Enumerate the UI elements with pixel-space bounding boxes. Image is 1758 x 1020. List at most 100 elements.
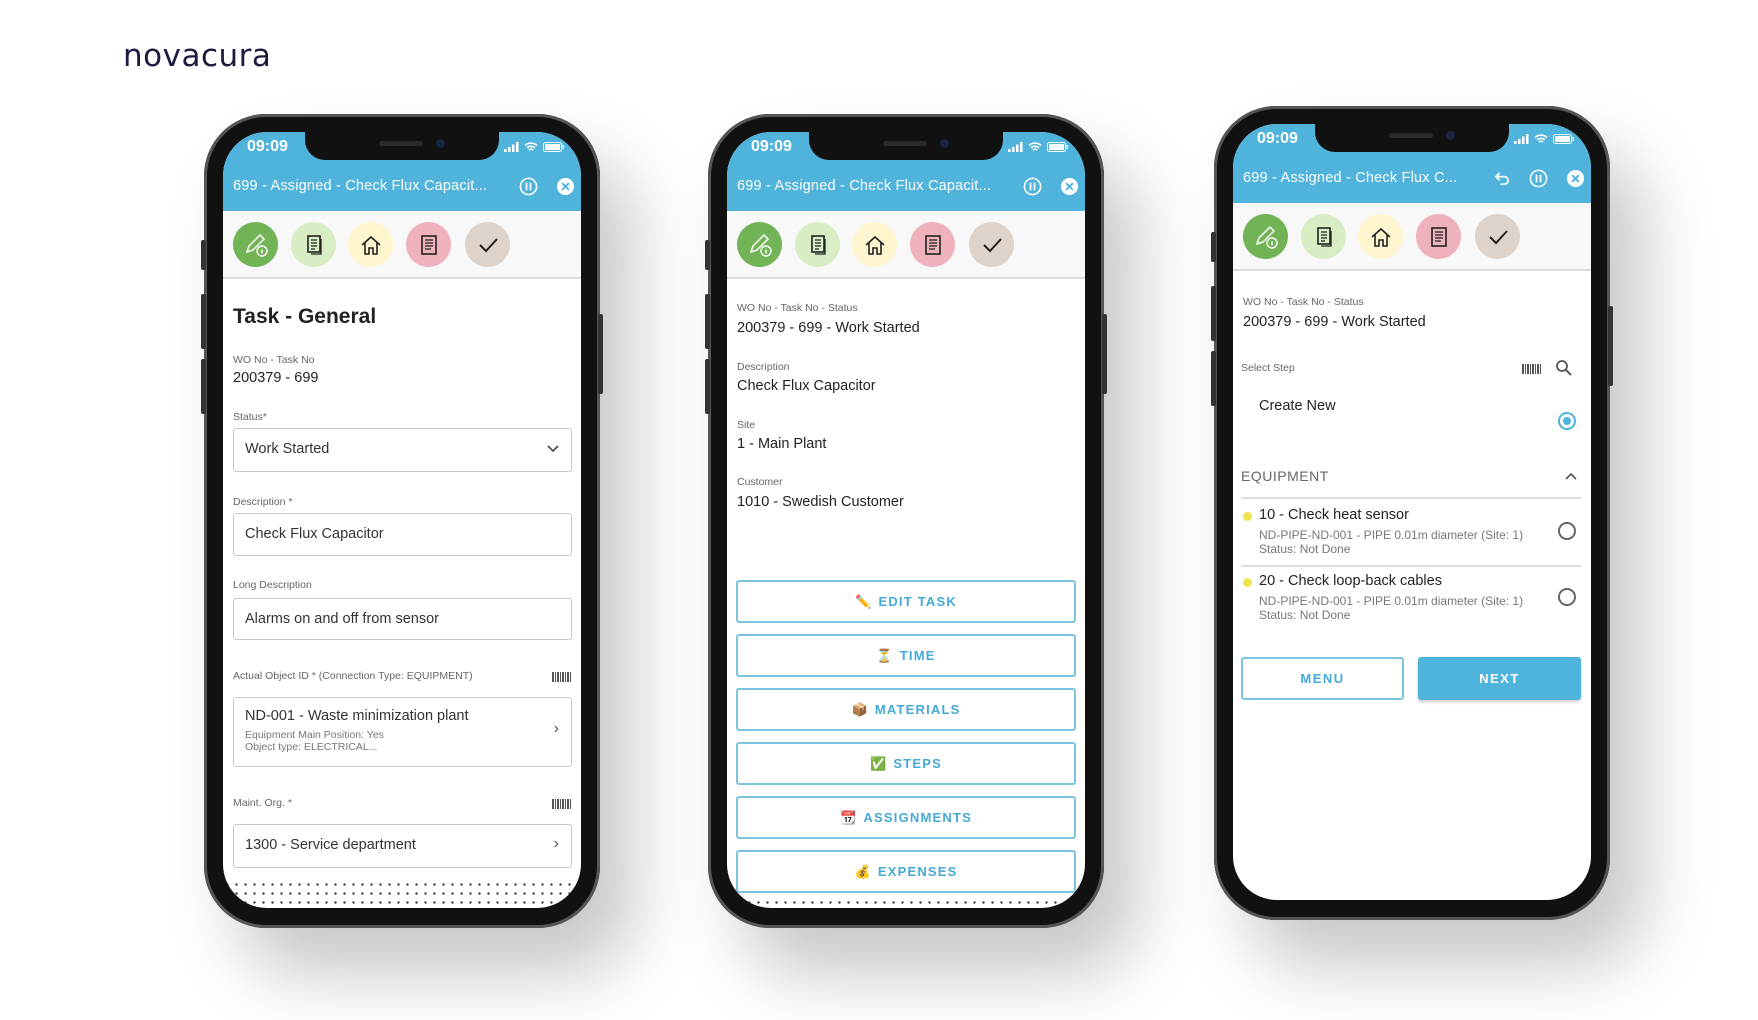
description-input[interactable]: Check Flux Capacitor	[233, 513, 572, 556]
step-title[interactable]: 10 - Check heat sensor	[1259, 507, 1409, 523]
object-id-field[interactable]: ND-001 - Waste minimization plant Equipm…	[233, 697, 572, 767]
signal-icon	[1008, 142, 1023, 152]
tab-documents[interactable]	[1301, 214, 1346, 259]
pencil-icon: ✏️	[855, 593, 873, 609]
tab-checklist[interactable]	[1416, 214, 1461, 259]
header-title: 699 - Assigned - Check Flux Capacit...	[233, 178, 488, 194]
description-value: Check Flux Capacitor	[245, 526, 384, 542]
wo-label: WO No - Task No	[233, 354, 315, 366]
long-description-value: Alarms on and off from sensor	[245, 611, 439, 627]
search-icon[interactable]	[1555, 359, 1573, 377]
pause-icon[interactable]	[1023, 177, 1042, 196]
barcode-icon[interactable]	[1522, 364, 1541, 374]
assignments-button[interactable]: 📆 ASSIGNMENTS	[736, 796, 1076, 839]
status-icons	[504, 142, 565, 152]
materials-button[interactable]: 📦 MATERIALS	[736, 688, 1076, 731]
divider	[1241, 565, 1581, 567]
checklist-icon	[420, 234, 437, 255]
barcode-icon[interactable]	[552, 799, 571, 809]
header-title: 699 - Assigned - Check Flux C...	[1243, 170, 1458, 186]
create-new-option[interactable]: Create New	[1259, 398, 1336, 414]
expenses-button[interactable]: 💰 EXPENSES	[736, 850, 1076, 893]
tab-general-info[interactable]	[737, 222, 782, 267]
phone-select-step: 09:09 699 - Assigned - Check Flux C... W…	[1211, 106, 1613, 920]
steps-button[interactable]: ✅ STEPS	[736, 742, 1076, 785]
signal-icon	[1514, 134, 1529, 144]
step-radio[interactable]	[1558, 588, 1576, 606]
maint-org-label: Maint. Org. *	[233, 797, 292, 809]
task-navigation-bar	[223, 211, 581, 279]
status-time: 09:09	[751, 138, 792, 155]
button-label: EXPENSES	[877, 864, 958, 879]
step-object: ND-PIPE-ND-001 - PIPE 0.01m diameter (Si…	[1259, 594, 1524, 608]
checkmark-icon	[982, 237, 1002, 252]
maint-org-field[interactable]: 1300 - Service department ›	[233, 824, 572, 868]
next-button[interactable]: NEXT	[1418, 657, 1581, 700]
phone-task-overview: 09:09 699 - Assigned - Check Flux Capaci…	[705, 114, 1107, 928]
tab-general-info[interactable]	[233, 222, 278, 267]
tab-complete[interactable]	[465, 222, 510, 267]
step-status: Status: Not Done	[1259, 608, 1351, 622]
close-icon[interactable]	[556, 177, 575, 196]
customer-value: 1010 - Swedish Customer	[737, 494, 904, 510]
tab-checklist[interactable]	[910, 222, 955, 267]
pause-icon[interactable]	[1529, 169, 1548, 188]
tab-site[interactable]	[852, 222, 897, 267]
wo-value: 200379 - 699	[233, 370, 319, 386]
package-icon: 📦	[851, 701, 869, 717]
undo-icon[interactable]	[1492, 169, 1511, 188]
description-label: Description *	[233, 496, 293, 508]
calendar-icon: 📆	[840, 809, 858, 825]
step-title[interactable]: 20 - Check loop-back cables	[1259, 573, 1442, 589]
description-value: Check Flux Capacitor	[737, 378, 876, 394]
status-select[interactable]: Work Started	[233, 428, 572, 472]
edit-task-button[interactable]: ✏️ EDIT TASK	[736, 580, 1076, 623]
long-description-input[interactable]: Alarms on and off from sensor	[233, 598, 572, 640]
tab-complete[interactable]	[969, 222, 1014, 267]
battery-icon	[543, 142, 564, 152]
scroll-fade-pattern	[223, 880, 581, 908]
house-icon	[360, 235, 381, 255]
pause-icon[interactable]	[519, 177, 538, 196]
object-id-label: Actual Object ID * (Connection Type: EQU…	[233, 670, 473, 682]
status-time: 09:09	[1257, 130, 1298, 147]
select-step-label: Select Step	[1241, 362, 1295, 374]
step-radio[interactable]	[1558, 522, 1576, 540]
tab-site[interactable]	[1358, 214, 1403, 259]
status-label: Status*	[233, 411, 267, 423]
menu-button[interactable]: MENU	[1241, 657, 1404, 700]
wifi-icon	[524, 142, 538, 151]
battery-icon	[1047, 142, 1068, 152]
phone-task-general: 09:09 699 - Assigned - Check Flux Capaci…	[201, 114, 603, 928]
button-label: EDIT TASK	[878, 594, 957, 609]
site-value: 1 - Main Plant	[737, 436, 827, 452]
documents-icon	[1316, 226, 1332, 247]
wo-value: 200379 - 699 - Work Started	[1243, 314, 1426, 330]
task-navigation-bar	[727, 211, 1085, 279]
tab-documents[interactable]	[291, 222, 336, 267]
step-status: Status: Not Done	[1259, 542, 1351, 556]
scroll-fade-pattern	[727, 898, 1085, 908]
maint-org-value: 1300 - Service department	[245, 837, 416, 853]
house-icon	[1370, 227, 1391, 247]
tab-site[interactable]	[348, 222, 393, 267]
status-dot	[1243, 578, 1252, 587]
step-object: ND-PIPE-ND-001 - PIPE 0.01m diameter (Si…	[1259, 528, 1524, 542]
status-dot	[1243, 512, 1252, 521]
time-button[interactable]: ⏳ TIME	[736, 634, 1076, 677]
barcode-icon[interactable]	[552, 672, 571, 682]
chevron-up-icon[interactable]	[1565, 472, 1577, 480]
close-icon[interactable]	[1566, 169, 1585, 188]
create-new-radio[interactable]	[1558, 412, 1576, 430]
tab-documents[interactable]	[795, 222, 840, 267]
tab-general-info[interactable]	[1243, 214, 1288, 259]
tab-complete[interactable]	[1475, 214, 1520, 259]
novacura-logo: novacura	[123, 38, 272, 74]
status-value: Work Started	[245, 441, 330, 457]
documents-icon	[306, 234, 322, 255]
close-icon[interactable]	[1060, 177, 1079, 196]
notch	[305, 132, 499, 160]
tab-checklist[interactable]	[406, 222, 451, 267]
equipment-section-header[interactable]: EQUIPMENT	[1241, 468, 1329, 484]
wifi-icon	[1028, 142, 1042, 151]
